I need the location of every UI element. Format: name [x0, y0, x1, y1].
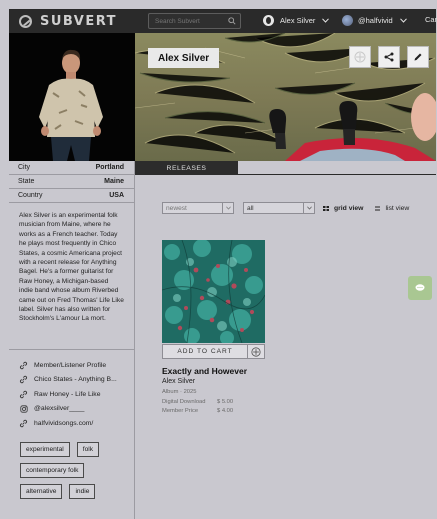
link-icon	[19, 419, 28, 428]
artist-links: Member/Listener Profile Chico States - A…	[9, 350, 134, 431]
price-label: Digital Download	[162, 399, 206, 405]
sort-select[interactable]: newest	[162, 202, 234, 214]
edit-button[interactable]	[407, 46, 429, 68]
profile-tabs: RELEASES	[135, 161, 436, 175]
share-icon	[384, 52, 394, 62]
release-title[interactable]: Exactly and However	[162, 366, 247, 376]
link-icon	[19, 361, 28, 370]
info-label: Country	[18, 192, 43, 199]
link-icon	[19, 375, 28, 384]
artist-menu[interactable]: Alex Silver	[263, 15, 330, 26]
tag-row: alternative indie	[20, 483, 134, 499]
search-box[interactable]	[148, 13, 241, 29]
artist-name-heading: Alex Silver	[148, 48, 220, 68]
info-row-state: State Maine	[9, 175, 134, 189]
type-select-value: all	[247, 204, 254, 212]
tag-contemporary-folk[interactable]: contemporary folk	[20, 462, 85, 478]
info-row-country: Country USA	[9, 189, 134, 203]
tag-folk[interactable]: folk	[76, 441, 100, 457]
price-row-member: Member Price $ 4.00	[162, 408, 233, 414]
add-to-cart-row: ADD TO CART	[162, 344, 265, 359]
account-avatar	[342, 15, 353, 26]
artist-avatar-icon	[263, 15, 274, 26]
tab-releases[interactable]: RELEASES	[135, 161, 238, 175]
wishlist-button[interactable]	[248, 344, 265, 359]
info-label: State	[18, 178, 35, 185]
subvert-logo[interactable]: SUBVERT	[19, 14, 117, 29]
link-website[interactable]: halfvividsongs.com/	[19, 416, 134, 431]
grid-view-label: grid view	[334, 204, 364, 212]
chat-button[interactable]	[408, 276, 432, 300]
list-icon	[375, 206, 381, 211]
link-instagram[interactable]: @alexsilver____	[19, 402, 134, 417]
logo-text: SUBVERT	[40, 13, 118, 29]
link-icon	[19, 390, 28, 399]
info-row-city: City Portland	[9, 161, 134, 175]
list-view-button[interactable]: list view	[375, 205, 409, 212]
grid-icon	[323, 205, 329, 211]
release-meta: Album · 2025	[162, 389, 197, 395]
chevron-down-icon	[399, 16, 407, 25]
search-icon[interactable]	[227, 16, 237, 26]
chat-bubble-icon	[415, 284, 425, 291]
type-select[interactable]: all	[243, 202, 315, 214]
info-value: Portland	[95, 164, 124, 171]
link-member-profile[interactable]: Member/Listener Profile	[19, 358, 134, 373]
list-view-label: list view	[385, 204, 410, 212]
top-nav-bar: SUBVERT Alex Silver @halfvivid Cart	[9, 9, 437, 33]
info-label: City	[18, 164, 31, 171]
tag-row: experimental folk	[20, 441, 134, 457]
sort-select-value: newest	[166, 204, 187, 212]
share-button[interactable]	[378, 46, 400, 68]
link-label: Raw Honey - Life Like	[34, 390, 101, 398]
tag-alternative[interactable]: alternative	[20, 483, 63, 499]
link-chico-states[interactable]: Chico States - Anything B...	[19, 373, 134, 388]
header-banner-image: Alex Silver	[135, 33, 436, 161]
plus-circle-icon	[354, 51, 366, 63]
info-value: Maine	[104, 178, 124, 185]
link-label: Chico States - Anything B...	[34, 376, 117, 384]
tag-row: contemporary folk	[20, 462, 134, 478]
price-value: $ 4.00	[217, 408, 234, 414]
release-artist[interactable]: Alex Silver	[162, 378, 195, 385]
account-menu-label: @halfvivid	[358, 16, 393, 25]
account-menu[interactable]: @halfvivid	[342, 15, 407, 26]
tag-experimental[interactable]: experimental	[20, 441, 70, 457]
price-value: $ 5.00	[217, 399, 234, 405]
artist-menu-label: Alex Silver	[280, 16, 316, 25]
pencil-icon	[414, 53, 422, 61]
genre-tags: experimental folk contemporary folk alte…	[9, 431, 134, 499]
grid-view-button[interactable]: grid view	[323, 205, 363, 212]
search-input[interactable]	[149, 17, 227, 25]
plus-circle-icon	[251, 346, 261, 357]
link-label: Member/Listener Profile	[34, 361, 107, 369]
instagram-icon	[19, 404, 28, 413]
artist-sidebar: City Portland State Maine Country USA Al…	[9, 33, 135, 519]
follow-button[interactable]	[349, 46, 371, 68]
artist-bio: Alex Silver is an experimental folk musi…	[9, 203, 134, 350]
info-value: USA	[109, 192, 124, 199]
chevron-down-icon	[303, 203, 314, 213]
artist-portrait	[9, 33, 135, 161]
link-label: @alexsilver____	[34, 405, 85, 413]
tag-indie[interactable]: indie	[69, 483, 96, 499]
add-to-cart-button[interactable]: ADD TO CART	[162, 344, 248, 359]
price-label: Member Price	[162, 408, 199, 414]
link-label: halfvividsongs.com/	[34, 419, 94, 427]
cart-link[interactable]: Cart	[425, 15, 437, 24]
price-row-digital: Digital Download $ 5.00	[162, 399, 233, 405]
release-filters: newest all grid view list view	[162, 202, 409, 214]
chevron-down-icon	[322, 16, 330, 25]
release-cover-art[interactable]	[162, 240, 265, 343]
logo-mark-icon	[19, 14, 32, 28]
link-raw-honey[interactable]: Raw Honey - Life Like	[19, 387, 134, 402]
chevron-down-icon	[222, 203, 233, 213]
